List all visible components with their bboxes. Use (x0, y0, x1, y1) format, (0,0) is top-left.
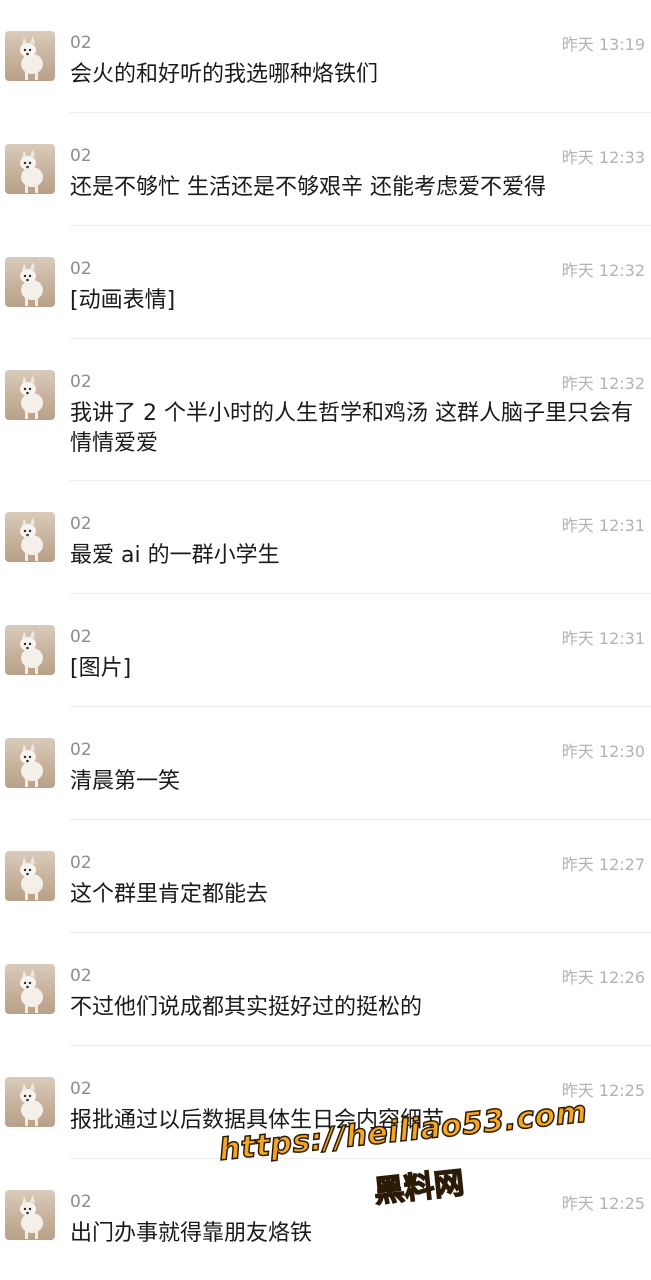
message-time: 昨天 12:25 (561, 1194, 645, 1213)
sender-name: 02 (70, 372, 92, 392)
sender-name: 02 (70, 1079, 92, 1099)
dog-avatar-icon (20, 517, 43, 561)
message-text: [动画表情] (70, 288, 176, 313)
message-time: 昨天 12:32 (561, 374, 645, 393)
avatar[interactable] (5, 512, 55, 562)
dog-avatar-icon (20, 1082, 43, 1126)
dog-avatar-icon (20, 856, 43, 900)
sender-name: 02 (70, 33, 92, 53)
message-time: 昨天 13:19 (561, 35, 645, 54)
message-text: 不过他们说成都其实挺好过的挺松的 (70, 995, 423, 1020)
message-time: 昨天 12:25 (561, 1081, 645, 1100)
avatar[interactable] (5, 1190, 55, 1240)
dog-avatar-icon (20, 375, 43, 419)
message-time: 昨天 12:26 (561, 968, 645, 987)
avatar[interactable] (5, 964, 55, 1014)
message-row[interactable]: 02 昨天 12:32 [动画表情] (0, 226, 651, 339)
message-time: 昨天 12:31 (561, 629, 645, 648)
sender-name: 02 (70, 853, 92, 873)
sender-name: 02 (70, 514, 92, 534)
message-row[interactable]: 02 昨天 12:31 [图片] (0, 594, 651, 707)
message-text: 出门办事就得靠朋友烙铁 (70, 1221, 313, 1246)
avatar[interactable] (5, 370, 55, 420)
avatar[interactable] (5, 31, 55, 81)
avatar[interactable] (5, 625, 55, 675)
message-text: 还是不够忙 生活还是不够艰辛 还能考虑爱不爱得 (70, 175, 546, 200)
sender-name: 02 (70, 966, 92, 986)
message-row[interactable]: 02 昨天 12:33 还是不够忙 生活还是不够艰辛 还能考虑爱不爱得 (0, 113, 651, 226)
dog-avatar-icon (20, 969, 43, 1013)
message-time: 昨天 12:31 (561, 516, 645, 535)
message-row[interactable]: 02 昨天 13:19 会火的和好听的我选哪种烙铁们 (0, 0, 651, 113)
message-text: 清晨第一笑 (70, 769, 181, 794)
sender-name: 02 (70, 740, 92, 760)
message-text: 报批通过以后数据具体生日会内容细节 (70, 1108, 445, 1133)
sender-name: 02 (70, 146, 92, 166)
avatar[interactable] (5, 1077, 55, 1127)
message-row[interactable]: 02 昨天 12:25 出门办事就得靠朋友烙铁 (0, 1159, 651, 1280)
sender-name: 02 (70, 627, 92, 647)
message-row[interactable]: 02 昨天 12:27 这个群里肯定都能去 (0, 820, 651, 933)
message-time: 昨天 12:27 (561, 855, 645, 874)
message-text: [图片] (70, 656, 132, 681)
message-row[interactable]: 02 昨天 12:25 报批通过以后数据具体生日会内容细节 (0, 1046, 651, 1159)
dog-avatar-icon (20, 630, 43, 674)
dog-avatar-icon (20, 149, 43, 193)
avatar[interactable] (5, 738, 55, 788)
dog-avatar-icon (20, 1195, 43, 1239)
message-text: 会火的和好听的我选哪种烙铁们 (70, 62, 379, 87)
dog-avatar-icon (20, 743, 43, 787)
dog-avatar-icon (20, 36, 43, 80)
dog-avatar-icon (20, 262, 43, 306)
message-row[interactable]: 02 昨天 12:26 不过他们说成都其实挺好过的挺松的 (0, 933, 651, 1046)
avatar[interactable] (5, 144, 55, 194)
message-time: 昨天 12:32 (561, 261, 645, 280)
message-row[interactable]: 02 昨天 12:32 我讲了 2 个半小时的人生哲学和鸡汤 这群人脑子里只会有… (0, 339, 651, 481)
message-row[interactable]: 02 昨天 12:31 最爱 ai 的一群小学生 (0, 481, 651, 594)
message-row[interactable]: 02 昨天 12:30 清晨第一笑 (0, 707, 651, 820)
message-time: 昨天 12:33 (561, 148, 645, 167)
avatar[interactable] (5, 851, 55, 901)
message-text: 这个群里肯定都能去 (70, 882, 269, 907)
sender-name: 02 (70, 1192, 92, 1212)
sender-name: 02 (70, 259, 92, 279)
message-text: 最爱 ai 的一群小学生 (70, 543, 280, 568)
message-text: 我讲了 2 个半小时的人生哲学和鸡汤 这群人脑子里只会有情情爱爱 (70, 401, 633, 456)
message-time: 昨天 12:30 (561, 742, 645, 761)
avatar[interactable] (5, 257, 55, 307)
